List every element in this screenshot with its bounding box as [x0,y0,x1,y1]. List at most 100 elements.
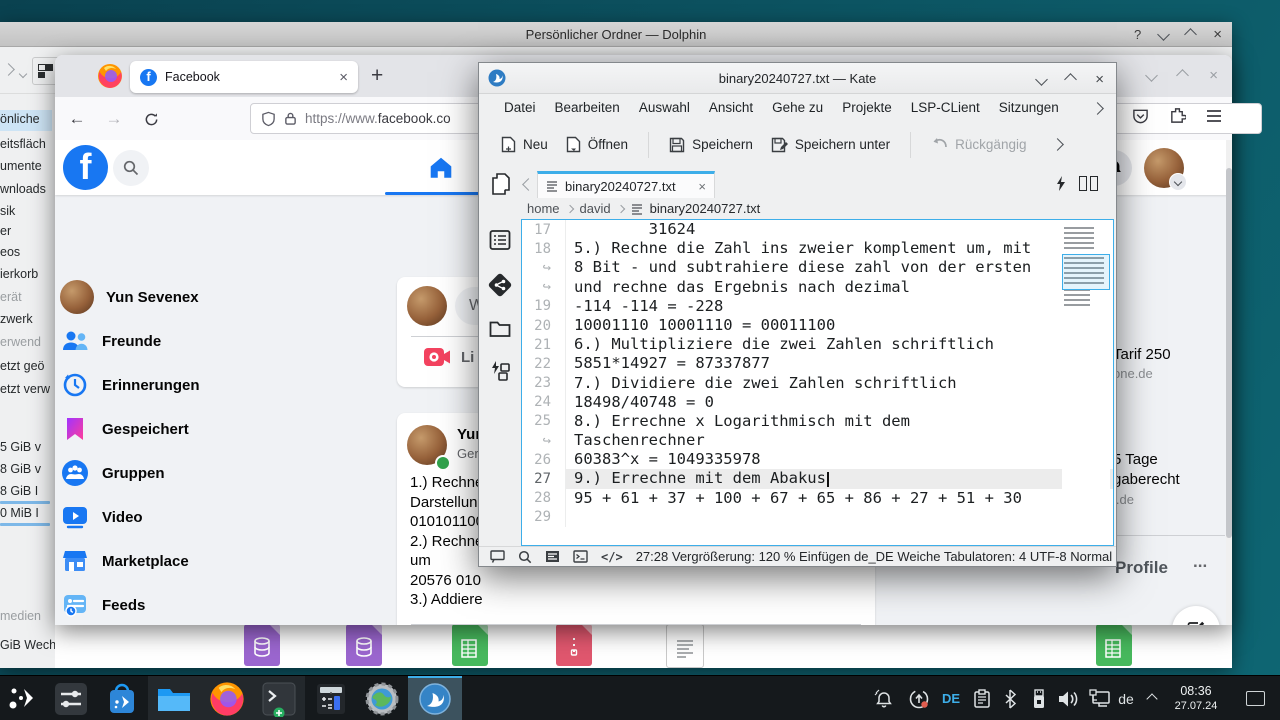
place-item[interactable]: wnloads [0,182,46,196]
maximize-icon[interactable] [1064,73,1077,86]
git-panel-icon[interactable] [488,273,512,297]
cursor-position[interactable]: 27:28 [636,549,669,564]
menu-bearbeiten[interactable]: Bearbeiten [555,100,620,115]
database-file-icon[interactable] [346,624,382,666]
place-item[interactable]: eitsfläch [0,137,46,151]
place-item[interactable]: umente [0,159,42,173]
documents-panel-icon[interactable] [489,229,511,251]
quick-open-lightning-icon[interactable] [1056,176,1066,191]
diagnostics-panel-icon[interactable] [545,550,560,563]
menu-hamburger-icon[interactable] [1206,109,1222,123]
menu-projekte[interactable]: Projekte [842,100,892,115]
dolphin-titlebar[interactable]: Persönlicher Ordner — Dolphin ? × [0,22,1232,47]
menu-sitzungen[interactable]: Sitzungen [999,100,1059,115]
menu-auswahl[interactable]: Auswahl [639,100,690,115]
discover-button[interactable] [96,676,148,720]
sidebar-item-gruppen[interactable]: Gruppen [60,451,208,495]
task-dolphin[interactable] [148,676,200,720]
tray-expander[interactable] [1139,676,1165,720]
show-desktop-button[interactable] [1238,676,1272,720]
breadcrumb-home[interactable]: home [527,201,560,216]
digital-clock[interactable]: 08:36 27.07.24 [1165,676,1227,720]
more-options[interactable]: ... [1193,552,1207,572]
place-item-disk[interactable]: 8 GiB I [0,484,38,498]
system-settings-button[interactable] [45,676,96,720]
task-globe-settings[interactable] [356,676,408,720]
clipboard-tray-icon[interactable] [966,676,998,720]
minimize-icon[interactable] [1157,28,1170,41]
reload-button[interactable] [137,105,165,133]
ad-title[interactable]: gaberecht [1113,471,1180,488]
scrollbar-thumb[interactable] [1226,168,1232,538]
tab-prev-icon[interactable] [522,178,535,191]
menu-datei[interactable]: Datei [504,100,536,115]
maximize-icon[interactable] [1184,28,1197,41]
place-item-disk[interactable]: 0 MiB I [0,506,39,520]
composer-avatar[interactable] [407,286,447,326]
bluetooth-tray-icon[interactable] [996,676,1024,720]
place-item-disk[interactable]: 8 GiB v [0,462,41,476]
filesystem-panel-icon[interactable] [489,319,511,338]
dropdown-icon[interactable] [19,70,27,78]
breadcrumb-user[interactable]: david [580,201,611,216]
close-icon[interactable]: × [1213,26,1222,43]
output-panel-icon[interactable] [490,550,505,563]
notifications-tray-icon[interactable] [869,676,899,720]
menu-ansicht[interactable]: Ansicht [709,100,753,115]
firefox-logo-icon[interactable] [97,63,123,89]
lock-icon[interactable] [284,111,297,126]
spreadsheet-file-icon[interactable] [452,624,488,666]
text-file-icon[interactable] [666,624,704,668]
place-item[interactable]: önliche [0,112,40,126]
toolbar-overflow-icon[interactable] [1051,138,1064,151]
close-icon[interactable]: × [1209,67,1218,84]
forward-button[interactable]: → [100,105,128,133]
ad-title[interactable]: Tarif 250 [1113,346,1171,363]
menu-overflow-icon[interactable] [1091,102,1104,115]
place-item[interactable]: sik [0,204,15,218]
extensions-puzzle-icon[interactable] [1169,107,1186,124]
sidebar-item-marketplace[interactable]: Marketplace [60,539,208,583]
document-tab-active[interactable]: binary20240727.txt × [537,171,715,198]
sidebar-item-profile[interactable]: Yun Sevenex [60,275,208,319]
save-button[interactable]: Speichern [665,131,757,159]
place-item[interactable]: zwerk [0,312,33,326]
task-kate-active[interactable] [408,676,462,720]
ad-title[interactable]: 5 Tage [1113,451,1158,468]
place-item-disk[interactable]: 5 GiB v [0,440,41,454]
documents-stack-icon[interactable] [491,172,513,196]
facebook-logo[interactable]: f [63,145,108,190]
database-file-icon[interactable] [244,624,280,666]
breadcrumb-file[interactable]: binary20240727.txt [650,201,761,216]
tab-close-icon[interactable]: × [698,179,706,194]
usb-device-tray-icon[interactable] [1024,676,1054,720]
minimap[interactable] [1062,223,1110,538]
sidebar-item-erinnerungen[interactable]: Erinnerungen [60,363,208,407]
back-button[interactable]: ← [63,105,91,133]
help-button[interactable]: ? [1134,27,1141,42]
updates-tray-icon[interactable] [903,676,935,720]
place-item[interactable]: ierkorb [0,267,38,281]
tab-close-icon[interactable]: × [339,69,348,86]
keyboard-flag-tray[interactable]: DE [936,676,966,720]
compose-post-button[interactable] [1172,606,1220,625]
forward-icon[interactable] [2,63,15,76]
task-firefox[interactable] [200,676,253,720]
minimize-icon[interactable] [1035,73,1048,86]
network-tray-icon[interactable] [1084,676,1116,720]
shield-icon[interactable] [261,111,276,127]
volume-tray-icon[interactable] [1052,676,1084,720]
spreadsheet-file-icon[interactable] [1096,624,1132,666]
undo-button[interactable]: Rückgängig [927,131,1030,158]
save-as-button[interactable]: Speichern unter [767,131,894,159]
split-view-icon[interactable] [1079,176,1098,191]
search-button[interactable] [113,150,149,186]
place-item[interactable]: eos [0,245,20,259]
kate-titlebar[interactable]: binary20240727.txt — Kate × [479,63,1116,94]
minimap-viewport[interactable] [1062,254,1110,290]
browser-tab-facebook[interactable]: f Facebook × [130,61,358,93]
maximize-icon[interactable] [1176,69,1189,82]
scrollbar-track[interactable] [1226,140,1232,625]
minimize-icon[interactable] [1145,69,1158,82]
place-item[interactable]: etzt geö [0,359,44,373]
